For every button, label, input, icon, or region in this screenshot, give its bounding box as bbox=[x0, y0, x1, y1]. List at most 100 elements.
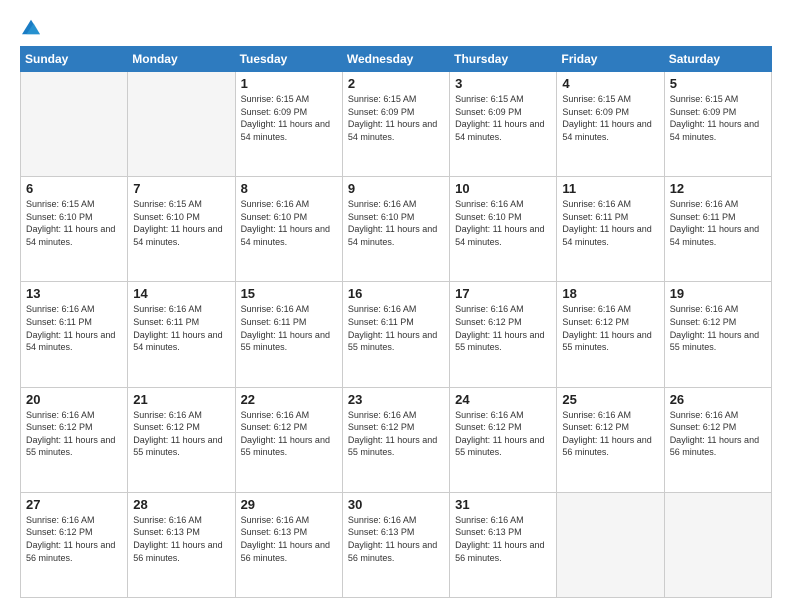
day-cell bbox=[557, 492, 664, 597]
day-cell: 31 Sunrise: 6:16 AM Sunset: 6:13 PM Dayli… bbox=[450, 492, 557, 597]
day-number: 5 bbox=[670, 76, 766, 91]
day-info: Sunrise: 6:15 AM Sunset: 6:09 PM Dayligh… bbox=[241, 93, 337, 143]
day-info: Sunrise: 6:15 AM Sunset: 6:09 PM Dayligh… bbox=[562, 93, 658, 143]
week-row-4: 20 Sunrise: 6:16 AM Sunset: 6:12 PM Dayli… bbox=[21, 387, 772, 492]
day-number: 3 bbox=[455, 76, 551, 91]
day-info: Sunrise: 6:15 AM Sunset: 6:10 PM Dayligh… bbox=[133, 198, 229, 248]
day-info: Sunrise: 6:16 AM Sunset: 6:11 PM Dayligh… bbox=[241, 303, 337, 353]
day-info: Sunrise: 6:16 AM Sunset: 6:12 PM Dayligh… bbox=[562, 303, 658, 353]
day-cell: 29Sunrise: 6:16 AM Sunset: 6:13 PM Dayli… bbox=[235, 492, 342, 597]
week-row-3: 13 Sunrise: 6:16 AM Sunset: 6:11 PM Dayli… bbox=[21, 282, 772, 387]
day-number: 7 bbox=[133, 181, 229, 196]
day-info: Sunrise: 6:16 AM Sunset: 6:12 PM Dayligh… bbox=[348, 409, 444, 459]
day-number: 11 bbox=[562, 181, 658, 196]
day-number: 28 bbox=[133, 497, 229, 512]
day-number: 20 bbox=[26, 392, 122, 407]
weekday-monday: Monday bbox=[128, 47, 235, 72]
day-cell: 26 Sunrise: 6:16 AM Sunset: 6:12 PM Dayli… bbox=[664, 387, 771, 492]
day-number: 9 bbox=[348, 181, 444, 196]
day-cell: 27Sunrise: 6:16 AM Sunset: 6:12 PM Dayli… bbox=[21, 492, 128, 597]
day-cell: 12 Sunrise: 6:16 AM Sunset: 6:11 PM Dayli… bbox=[664, 177, 771, 282]
day-info: Sunrise: 6:16 AM Sunset: 6:13 PM Dayligh… bbox=[133, 514, 229, 564]
day-number: 27 bbox=[26, 497, 122, 512]
day-cell: 13 Sunrise: 6:16 AM Sunset: 6:11 PM Dayli… bbox=[21, 282, 128, 387]
weekday-thursday: Thursday bbox=[450, 47, 557, 72]
day-number: 10 bbox=[455, 181, 551, 196]
day-info: Sunrise: 6:16 AM Sunset: 6:11 PM Dayligh… bbox=[670, 198, 766, 248]
day-info: Sunrise: 6:16 AM Sunset: 6:12 PM Dayligh… bbox=[133, 409, 229, 459]
calendar-table: SundayMondayTuesdayWednesdayThursdayFrid… bbox=[20, 46, 772, 598]
day-cell bbox=[664, 492, 771, 597]
day-cell: 6 Sunrise: 6:15 AM Sunset: 6:10 PM Daylig… bbox=[21, 177, 128, 282]
day-number: 25 bbox=[562, 392, 658, 407]
day-number: 24 bbox=[455, 392, 551, 407]
day-info: Sunrise: 6:16 AM Sunset: 6:12 PM Dayligh… bbox=[670, 303, 766, 353]
day-info: Sunrise: 6:15 AM Sunset: 6:09 PM Dayligh… bbox=[455, 93, 551, 143]
day-info: Sunrise: 6:16 AM Sunset: 6:12 PM Dayligh… bbox=[26, 409, 122, 459]
day-cell: 17 Sunrise: 6:16 AM Sunset: 6:12 PM Dayli… bbox=[450, 282, 557, 387]
day-cell: 8 Sunrise: 6:16 AM Sunset: 6:10 PM Daylig… bbox=[235, 177, 342, 282]
day-number: 19 bbox=[670, 286, 766, 301]
day-number: 14 bbox=[133, 286, 229, 301]
day-info: Sunrise: 6:15 AM Sunset: 6:10 PM Dayligh… bbox=[26, 198, 122, 248]
weekday-saturday: Saturday bbox=[664, 47, 771, 72]
day-number: 4 bbox=[562, 76, 658, 91]
day-cell: 9 Sunrise: 6:16 AM Sunset: 6:10 PM Daylig… bbox=[342, 177, 449, 282]
day-info: Sunrise: 6:16 AM Sunset: 6:12 PM Dayligh… bbox=[455, 303, 551, 353]
logo bbox=[20, 18, 40, 36]
day-info: Sunrise: 6:16 AM Sunset: 6:13 PM Dayligh… bbox=[455, 514, 551, 564]
weekday-sunday: Sunday bbox=[21, 47, 128, 72]
day-info: Sunrise: 6:16 AM Sunset: 6:10 PM Dayligh… bbox=[348, 198, 444, 248]
day-info: Sunrise: 6:15 AM Sunset: 6:09 PM Dayligh… bbox=[670, 93, 766, 143]
week-row-1: 1Sunrise: 6:15 AM Sunset: 6:09 PM Daylig… bbox=[21, 72, 772, 177]
day-cell bbox=[21, 72, 128, 177]
day-cell: 4 Sunrise: 6:15 AM Sunset: 6:09 PM Daylig… bbox=[557, 72, 664, 177]
day-info: Sunrise: 6:16 AM Sunset: 6:11 PM Dayligh… bbox=[133, 303, 229, 353]
day-cell: 22 Sunrise: 6:16 AM Sunset: 6:12 PM Dayli… bbox=[235, 387, 342, 492]
day-number: 16 bbox=[348, 286, 444, 301]
day-number: 13 bbox=[26, 286, 122, 301]
day-cell: 2 Sunrise: 6:15 AM Sunset: 6:09 PM Daylig… bbox=[342, 72, 449, 177]
day-info: Sunrise: 6:16 AM Sunset: 6:12 PM Dayligh… bbox=[241, 409, 337, 459]
day-number: 31 bbox=[455, 497, 551, 512]
day-cell bbox=[128, 72, 235, 177]
weekday-wednesday: Wednesday bbox=[342, 47, 449, 72]
day-cell: 16 Sunrise: 6:16 AM Sunset: 6:11 PM Dayli… bbox=[342, 282, 449, 387]
day-number: 26 bbox=[670, 392, 766, 407]
weekday-header-row: SundayMondayTuesdayWednesdayThursdayFrid… bbox=[21, 47, 772, 72]
day-info: Sunrise: 6:16 AM Sunset: 6:12 PM Dayligh… bbox=[670, 409, 766, 459]
day-info: Sunrise: 6:16 AM Sunset: 6:12 PM Dayligh… bbox=[455, 409, 551, 459]
day-cell: 24 Sunrise: 6:16 AM Sunset: 6:12 PM Dayli… bbox=[450, 387, 557, 492]
day-number: 12 bbox=[670, 181, 766, 196]
day-number: 18 bbox=[562, 286, 658, 301]
weekday-friday: Friday bbox=[557, 47, 664, 72]
header bbox=[20, 18, 772, 36]
day-cell: 28 Sunrise: 6:16 AM Sunset: 6:13 PM Dayli… bbox=[128, 492, 235, 597]
day-info: Sunrise: 6:15 AM Sunset: 6:09 PM Dayligh… bbox=[348, 93, 444, 143]
day-cell: 3 Sunrise: 6:15 AM Sunset: 6:09 PM Daylig… bbox=[450, 72, 557, 177]
day-number: 23 bbox=[348, 392, 444, 407]
day-cell: 1Sunrise: 6:15 AM Sunset: 6:09 PM Daylig… bbox=[235, 72, 342, 177]
day-cell: 14 Sunrise: 6:16 AM Sunset: 6:11 PM Dayli… bbox=[128, 282, 235, 387]
day-number: 21 bbox=[133, 392, 229, 407]
day-number: 6 bbox=[26, 181, 122, 196]
day-number: 15 bbox=[241, 286, 337, 301]
day-cell: 23 Sunrise: 6:16 AM Sunset: 6:12 PM Dayli… bbox=[342, 387, 449, 492]
day-number: 22 bbox=[241, 392, 337, 407]
day-info: Sunrise: 6:16 AM Sunset: 6:13 PM Dayligh… bbox=[348, 514, 444, 564]
day-number: 2 bbox=[348, 76, 444, 91]
day-number: 17 bbox=[455, 286, 551, 301]
week-row-2: 6 Sunrise: 6:15 AM Sunset: 6:10 PM Daylig… bbox=[21, 177, 772, 282]
day-info: Sunrise: 6:16 AM Sunset: 6:11 PM Dayligh… bbox=[348, 303, 444, 353]
day-cell: 21 Sunrise: 6:16 AM Sunset: 6:12 PM Dayli… bbox=[128, 387, 235, 492]
day-number: 8 bbox=[241, 181, 337, 196]
day-info: Sunrise: 6:16 AM Sunset: 6:10 PM Dayligh… bbox=[241, 198, 337, 248]
day-info: Sunrise: 6:16 AM Sunset: 6:11 PM Dayligh… bbox=[562, 198, 658, 248]
day-info: Sunrise: 6:16 AM Sunset: 6:11 PM Dayligh… bbox=[26, 303, 122, 353]
day-cell: 5 Sunrise: 6:15 AM Sunset: 6:09 PM Daylig… bbox=[664, 72, 771, 177]
day-number: 30 bbox=[348, 497, 444, 512]
weekday-tuesday: Tuesday bbox=[235, 47, 342, 72]
logo-icon bbox=[22, 18, 40, 36]
day-cell: 15 Sunrise: 6:16 AM Sunset: 6:11 PM Dayli… bbox=[235, 282, 342, 387]
day-cell: 7 Sunrise: 6:15 AM Sunset: 6:10 PM Daylig… bbox=[128, 177, 235, 282]
